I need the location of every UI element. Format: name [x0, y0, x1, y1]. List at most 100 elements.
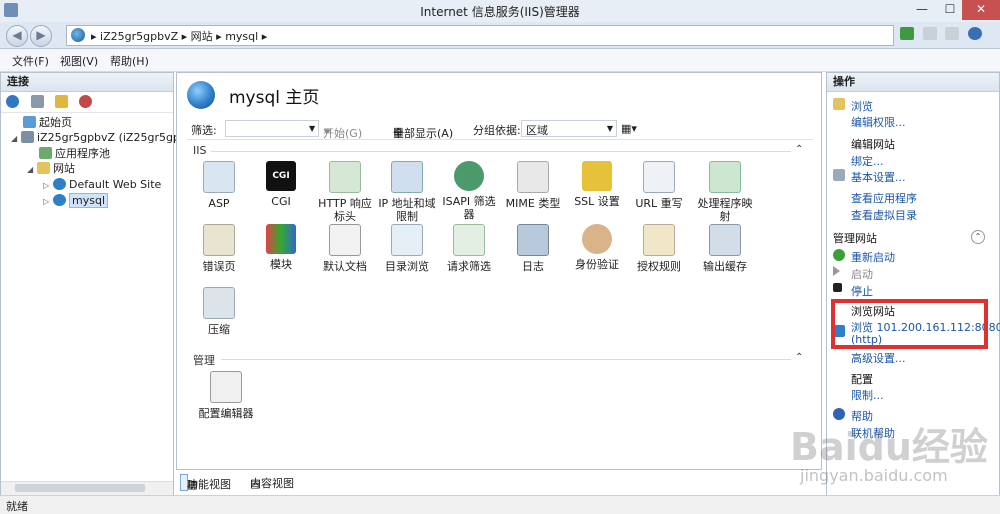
home-icon[interactable]	[945, 27, 959, 40]
collapse-icon[interactable]: ◢	[27, 162, 35, 177]
configure-header: 配置	[851, 373, 873, 386]
feature-error-pages[interactable]: 错误页	[187, 224, 251, 273]
forward-button[interactable]: ▶	[30, 25, 52, 47]
action-edit-permissions[interactable]: 编辑权限...	[851, 114, 906, 130]
action-advanced-settings[interactable]: 高级设置...	[851, 350, 906, 366]
logging-icon	[517, 224, 549, 256]
globe-icon	[53, 178, 66, 190]
asp-icon	[203, 161, 235, 193]
tree-item-default-site[interactable]: ▷ Default Web Site	[43, 177, 161, 192]
action-stop[interactable]: 停止	[851, 283, 873, 299]
breadcrumb-sep-icon: ▸	[181, 30, 188, 43]
feature-http-headers[interactable]: HTTP 响应标头	[313, 161, 377, 223]
watermark-url: jingyan.baidu.com	[800, 466, 948, 485]
group-by-label: 分组依据:	[473, 124, 521, 137]
feature-ip-restrictions[interactable]: IP 地址和域限制	[375, 161, 439, 223]
feature-mime-types[interactable]: MIME 类型	[501, 161, 565, 210]
refresh-icon[interactable]	[900, 27, 914, 40]
tree-item-mysql[interactable]: ▷ mysql	[43, 193, 108, 208]
status-bar: 就绪	[0, 495, 1000, 514]
status-text: 就绪	[6, 500, 28, 513]
disconnect-icon[interactable]	[79, 95, 92, 108]
collapse-section-icon[interactable]: ⌃	[795, 352, 803, 363]
features-panel: mysql 主页 筛选: ▼ ⏷ 开始(G) ▦ 全部显示(A) 分组依据: 区…	[176, 72, 822, 470]
action-basic-settings[interactable]: 基本设置...	[851, 169, 906, 185]
tree-item-app-pools[interactable]: 应用程序池	[39, 146, 110, 161]
feature-authentication[interactable]: 身份验证	[565, 224, 629, 271]
menu-file[interactable]: 文件(F)	[12, 53, 49, 69]
action-start[interactable]: 启动	[851, 266, 873, 282]
feature-logging[interactable]: 日志	[501, 224, 565, 273]
menu-help[interactable]: 帮助(H)	[110, 53, 149, 69]
horizontal-scrollbar[interactable]	[1, 481, 173, 495]
cgi-icon: CGI	[266, 161, 296, 191]
scrollbar-thumb[interactable]	[15, 484, 145, 492]
help-icon[interactable]	[967, 27, 982, 40]
tree-item-server[interactable]: ◢ iZ25gr5gpbvZ (iZ25gr5gpb	[11, 130, 187, 145]
feature-request-filtering[interactable]: 请求筛选	[437, 224, 501, 273]
tab-features-view[interactable]: ▦ 功能视图	[180, 474, 231, 491]
view-tabs: ▦ 功能视图 ▤ 内容视图	[176, 472, 822, 492]
feature-compression[interactable]: 压缩	[187, 287, 251, 336]
action-browse[interactable]: 浏览	[851, 98, 873, 114]
breadcrumb-sep-icon: ▸	[91, 30, 97, 43]
group-by-select[interactable]: 区域 ▼	[521, 120, 617, 137]
action-view-applications[interactable]: 查看应用程序	[851, 190, 917, 206]
feature-default-document[interactable]: 默认文档	[313, 224, 377, 273]
section-divider	[221, 359, 791, 360]
breadcrumb-server[interactable]: iZ25gr5gpbvZ	[100, 30, 178, 43]
breadcrumb-site[interactable]: mysql	[225, 30, 258, 43]
view-mode-icon[interactable]: ▦▾	[621, 122, 637, 135]
expand-icon[interactable]: ▷	[43, 178, 51, 193]
feature-handler-mappings[interactable]: 处理程序映射	[693, 161, 757, 223]
feature-config-editor[interactable]: 配置编辑器	[187, 371, 265, 420]
feature-asp[interactable]: ASP	[187, 161, 251, 210]
handler-mappings-icon	[709, 161, 741, 193]
tree-item-sites[interactable]: ◢ 网站	[27, 161, 75, 176]
filter-input[interactable]	[225, 120, 319, 137]
compression-icon	[203, 287, 235, 319]
connections-toolbar	[1, 92, 173, 113]
feature-isapi-filters[interactable]: ISAPI 筛选器	[437, 161, 501, 221]
stop-icon[interactable]	[922, 27, 937, 40]
feature-output-caching[interactable]: 输出缓存	[693, 224, 757, 273]
action-view-virtual-dirs[interactable]: 查看虚拟目录	[851, 207, 917, 223]
error-page-icon	[203, 224, 235, 256]
modules-icon	[266, 224, 296, 254]
feature-ssl[interactable]: SSL 设置	[565, 161, 629, 208]
authentication-icon	[582, 224, 612, 254]
feature-authorization-rules[interactable]: 授权规则	[627, 224, 691, 273]
site-globe-icon	[187, 81, 215, 109]
manage-site-header: 管理网站	[833, 232, 877, 245]
back-button[interactable]: ◀	[6, 25, 28, 47]
feature-url-rewrite[interactable]: URL 重写	[627, 161, 691, 210]
collapse-icon[interactable]: ◢	[11, 131, 19, 146]
address-bar[interactable]: ▸ iZ25gr5gpbvZ ▸ 网站 ▸ mysql ▸	[66, 25, 894, 46]
feature-modules[interactable]: 模块	[249, 224, 313, 271]
collapse-section-icon[interactable]: ⌃	[971, 230, 985, 244]
chevron-down-icon: ▼	[606, 124, 613, 133]
save-icon[interactable]	[31, 95, 44, 108]
tree-item-start-page[interactable]: 起始页	[23, 115, 72, 130]
menu-view[interactable]: 视图(V)	[60, 53, 98, 69]
feature-directory-browsing[interactable]: 目录浏览	[375, 224, 439, 273]
action-restart[interactable]: 重新启动	[851, 249, 895, 265]
filter-dropdown-icon[interactable]: ▼	[309, 124, 315, 133]
minimize-button[interactable]: —	[908, 0, 936, 20]
page-title: mysql 主页	[229, 88, 320, 108]
close-button[interactable]: ✕	[962, 0, 1000, 20]
title-bar: Internet 信息服务(IIS)管理器 — ☐ ✕	[0, 0, 1000, 23]
folder-up-icon[interactable]	[55, 95, 68, 108]
tab-content-view[interactable]: ▤ 内容视图	[244, 474, 294, 490]
connect-icon[interactable]	[6, 95, 19, 108]
feature-cgi[interactable]: CGI CGI	[249, 161, 313, 208]
action-limits[interactable]: 限制...	[851, 387, 884, 403]
maximize-button[interactable]: ☐	[936, 0, 964, 20]
breadcrumb-sites[interactable]: 网站	[191, 30, 213, 43]
ip-restrictions-icon	[391, 161, 423, 193]
expand-icon[interactable]: ▷	[43, 194, 51, 209]
navigation-bar: ◀ ▶ ▸ iZ25gr5gpbvZ ▸ 网站 ▸ mysql ▸	[0, 22, 1000, 49]
collapse-section-icon[interactable]: ⌃	[795, 144, 803, 155]
url-rewrite-icon	[643, 161, 675, 193]
action-bindings[interactable]: 绑定...	[851, 153, 884, 169]
